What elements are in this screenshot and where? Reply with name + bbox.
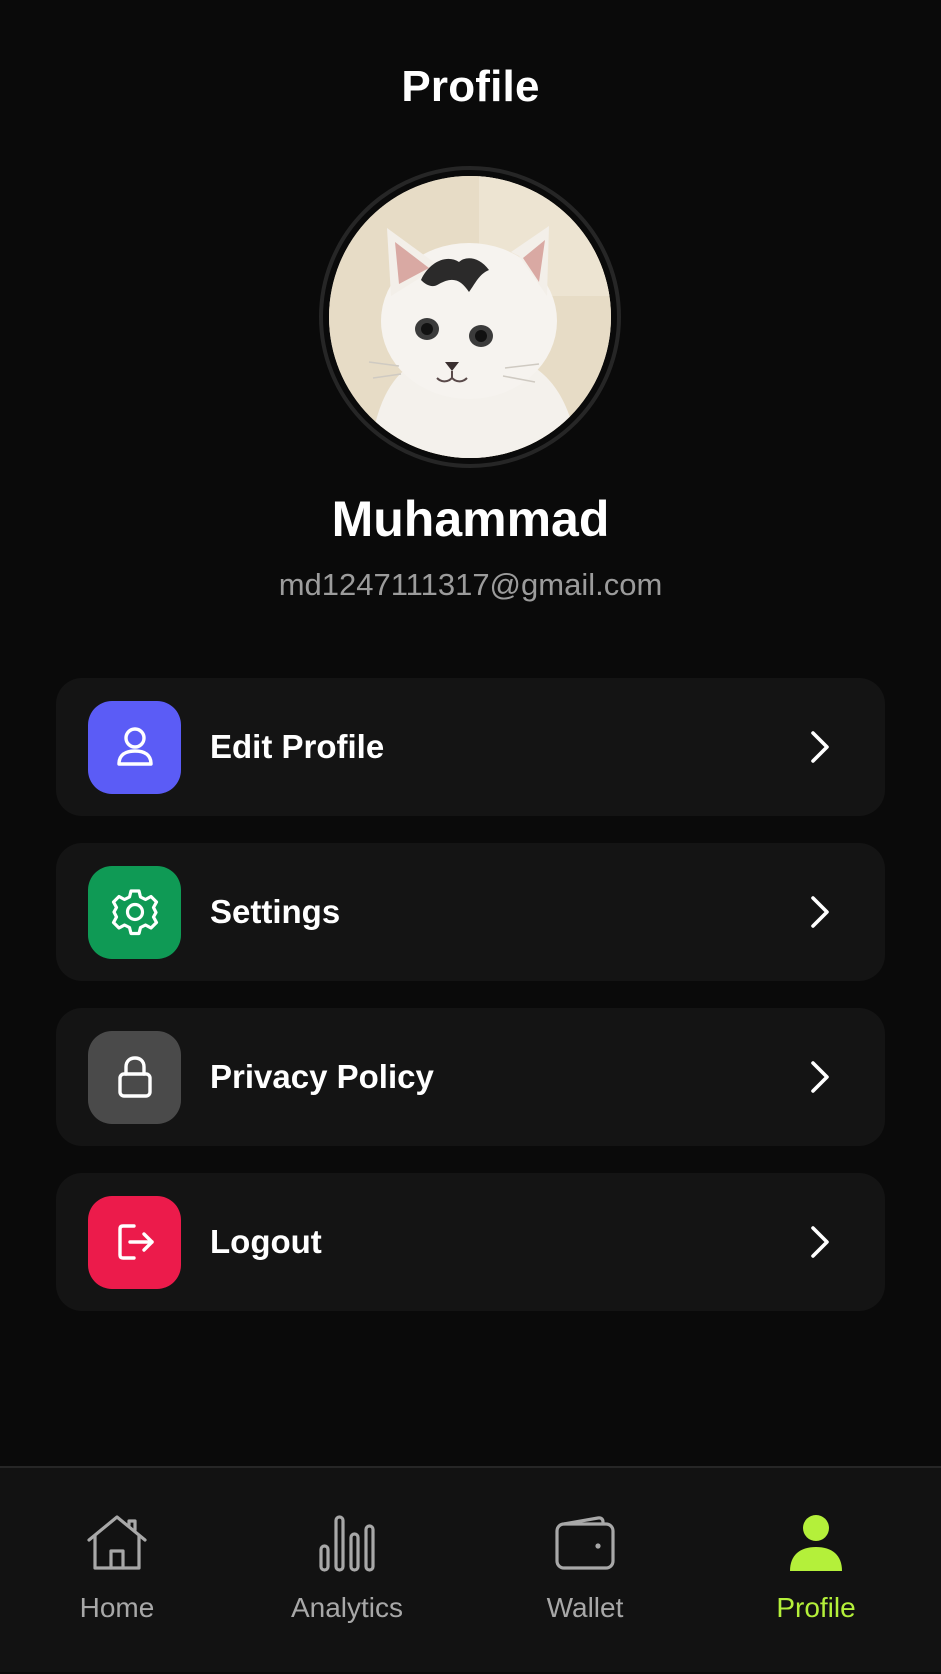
logout-icon [88, 1195, 181, 1289]
chevron-right-icon [799, 727, 839, 767]
chevron-right-icon [799, 1057, 839, 1097]
user-name: Muhammad [331, 491, 610, 547]
bar-chart-icon [312, 1508, 382, 1578]
nav-item-home[interactable]: Home [27, 1468, 207, 1674]
nav-label: Analytics [290, 1592, 404, 1623]
nav-item-profile[interactable]: Profile [726, 1468, 906, 1674]
chevron-right-icon [799, 892, 839, 932]
menu-item-privacy-policy[interactable]: Privacy Policy [56, 1008, 885, 1146]
user-email: md1247111317@gmail.com [278, 567, 663, 602]
avatar[interactable] [329, 176, 611, 458]
nav-item-analytics[interactable]: Analytics [257, 1468, 437, 1674]
home-icon [82, 1508, 152, 1578]
menu-item-edit-profile[interactable]: Edit Profile [56, 678, 885, 816]
avatar-ring [319, 166, 621, 468]
nav-label: Profile [776, 1592, 856, 1623]
user-icon [781, 1508, 851, 1578]
user-icon [88, 700, 181, 794]
nav-label: Home [79, 1592, 155, 1623]
nav-label: Wallet [546, 1592, 624, 1623]
gear-icon [88, 865, 181, 959]
cat-avatar-image [329, 176, 611, 458]
profile-menu: Edit Profile Settings Privacy Policy Log… [56, 678, 885, 1338]
chevron-right-icon [799, 1222, 839, 1262]
menu-item-label: Edit Profile [210, 728, 385, 765]
menu-item-logout[interactable]: Logout [56, 1173, 885, 1311]
menu-item-label: Privacy Policy [210, 1058, 434, 1095]
wallet-icon [550, 1508, 620, 1578]
menu-item-label: Settings [210, 893, 341, 930]
lock-icon [88, 1030, 181, 1124]
menu-item-label: Logout [210, 1223, 322, 1260]
nav-item-wallet[interactable]: Wallet [495, 1468, 675, 1674]
menu-item-settings[interactable]: Settings [56, 843, 885, 981]
page-title: Profile [401, 62, 540, 111]
bottom-nav: Home Analytics Wallet Profile [0, 1466, 941, 1672]
